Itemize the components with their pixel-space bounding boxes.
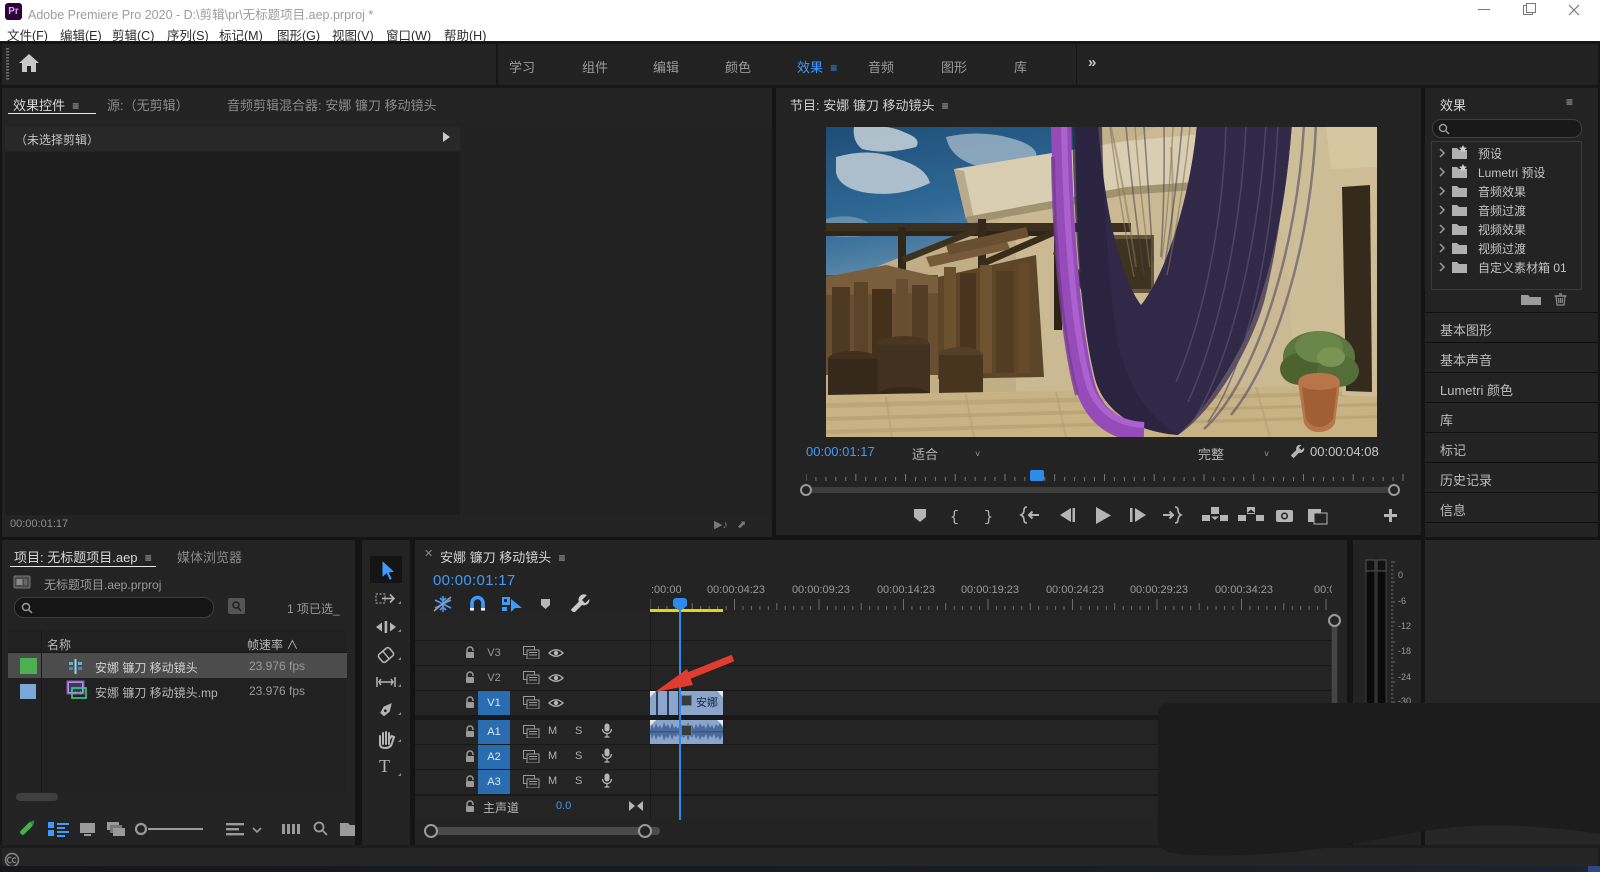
- svg-text:-24: -24: [1398, 672, 1411, 682]
- svg-text:0: 0: [1398, 570, 1403, 580]
- svg-text:}: }: [984, 509, 993, 526]
- svg-text:T: T: [379, 756, 390, 776]
- svg-text:{: {: [950, 509, 959, 526]
- svg-text:-6: -6: [1398, 596, 1406, 606]
- svg-text:-18: -18: [1398, 646, 1411, 656]
- svg-text:-12: -12: [1398, 621, 1411, 631]
